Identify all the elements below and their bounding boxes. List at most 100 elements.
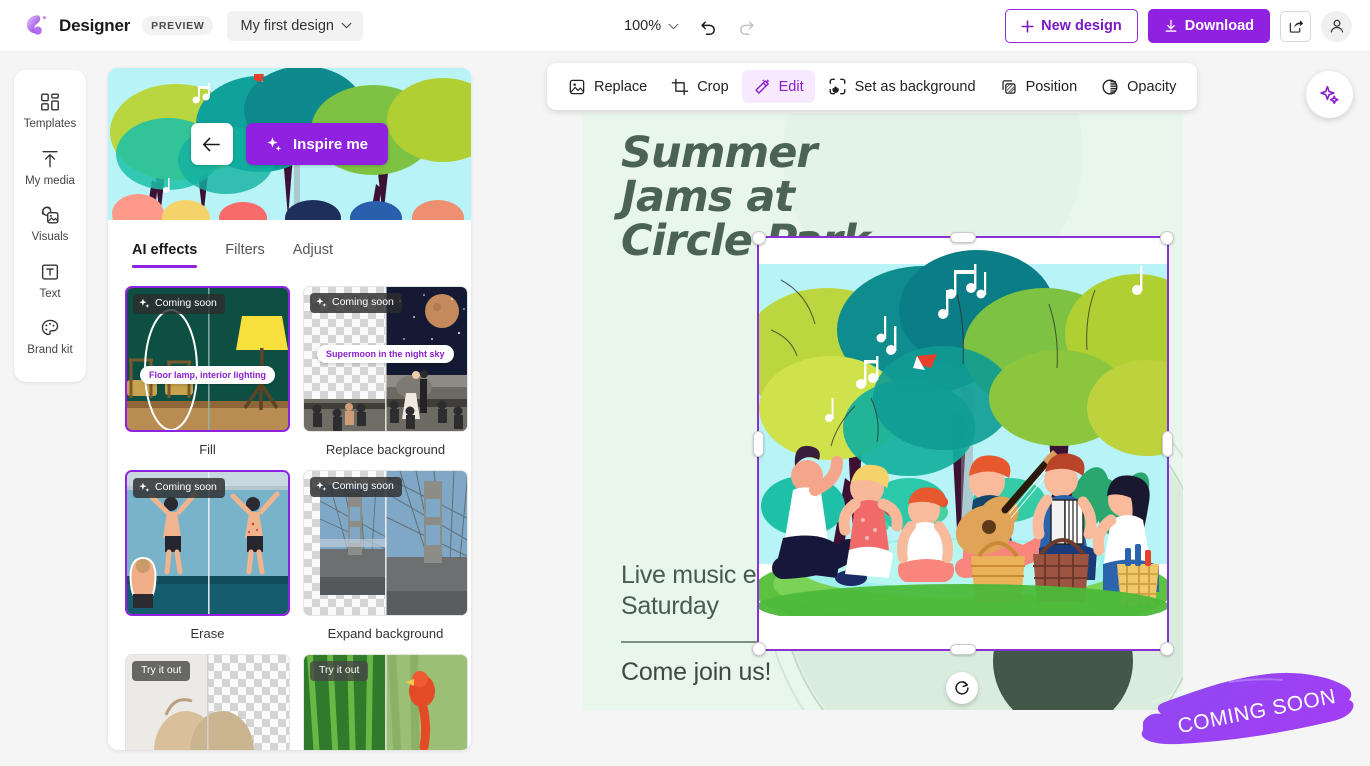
download-label: Download	[1185, 18, 1254, 34]
back-arrow-icon	[202, 136, 221, 153]
sidebar-item-templates[interactable]: Templates	[18, 84, 82, 138]
resize-handle-bottom-center[interactable]	[950, 644, 976, 655]
upload-icon	[39, 148, 61, 170]
top-bar: Designer PREVIEW My first design 100%	[0, 0, 1370, 52]
visuals-icon	[39, 204, 61, 226]
tab-filters[interactable]: Filters	[225, 242, 264, 268]
effect-card-try-it-out-1[interactable]: Try it out	[125, 654, 290, 750]
sidebar-item-label: Brand kit	[27, 345, 72, 357]
redo-icon	[737, 17, 756, 36]
tab-label: AI effects	[132, 242, 197, 258]
toolbar-replace-button[interactable]: Replace	[557, 70, 658, 103]
effects-tabs: AI effects Filters Adjust	[108, 220, 471, 268]
effect-card-expand-background[interactable]: Coming soon Expand background	[303, 470, 468, 641]
sidebar-item-brand-kit[interactable]: Brand kit	[18, 310, 82, 364]
toolbar-crop-button[interactable]: Crop	[660, 70, 739, 103]
effect-prompt-pill: Supermoon in the night sky	[317, 345, 454, 363]
tab-label: Filters	[225, 242, 264, 258]
opacity-icon	[1101, 78, 1119, 96]
back-button[interactable]	[191, 123, 233, 165]
account-icon	[1328, 17, 1346, 35]
canvas-cta[interactable]: Come join us!	[621, 658, 771, 687]
tab-ai-effects[interactable]: AI effects	[132, 242, 197, 268]
rotate-icon	[953, 679, 971, 697]
resize-handle-bottom-right[interactable]	[1160, 642, 1174, 656]
sidebar-item-visuals[interactable]: Visuals	[18, 197, 82, 251]
redo-button[interactable]	[730, 10, 762, 42]
sidebar-item-label: Visuals	[32, 232, 69, 244]
toolbar-item-label: Crop	[697, 79, 728, 95]
effect-thumbnail: Coming soon	[303, 470, 468, 616]
document-title-dropdown[interactable]: My first design	[227, 11, 362, 41]
undo-icon	[699, 17, 718, 36]
badge-label: Coming soon	[332, 480, 394, 494]
toolbar-position-button[interactable]: Position	[989, 70, 1089, 103]
ai-assistant-button[interactable]	[1306, 71, 1353, 118]
image-context-toolbar: Replace Crop Edit Set as background	[547, 63, 1197, 110]
document-title-label: My first design	[240, 18, 333, 34]
try-it-out-badge: Try it out	[310, 661, 368, 681]
new-design-button[interactable]: New design	[1005, 9, 1138, 43]
tab-adjust[interactable]: Adjust	[293, 242, 333, 268]
resize-handle-top-right[interactable]	[1160, 231, 1174, 245]
coming-soon-badge: Coming soon	[133, 294, 225, 314]
coming-soon-badge: Coming soon	[310, 293, 402, 313]
inspire-me-button[interactable]: Inspire me	[246, 123, 388, 165]
rotate-handle[interactable]	[946, 672, 978, 704]
effect-card-label: Fill	[125, 442, 290, 457]
sidebar-item-text[interactable]: Text	[18, 254, 82, 308]
sidebar-item-label: Text	[39, 289, 60, 301]
share-button[interactable]	[1280, 11, 1311, 42]
left-rail: Templates My media Visuals Text	[14, 70, 86, 382]
sidebar-item-label: Templates	[24, 119, 76, 131]
tab-label: Adjust	[293, 242, 333, 258]
resize-handle-middle-left[interactable]	[753, 431, 764, 457]
selected-image-content	[759, 238, 1167, 649]
position-icon	[1000, 78, 1018, 96]
effect-card-replace-background[interactable]: Coming soon Supermoon in the night sky R…	[303, 286, 468, 457]
effect-card-label: Expand background	[303, 626, 468, 641]
preview-tag: PREVIEW	[142, 16, 213, 35]
coming-soon-banner: COMING SOON	[1137, 666, 1362, 761]
chevron-down-icon	[341, 22, 352, 29]
toolbar-edit-button[interactable]: Edit	[742, 70, 815, 103]
effect-card-fill[interactable]: Coming soon Floor lamp, interior lightin…	[125, 286, 290, 457]
toolbar-item-label: Set as background	[855, 79, 976, 95]
zoom-level-label: 100%	[624, 18, 661, 34]
top-bar-actions: New design Download	[1005, 0, 1352, 52]
download-button[interactable]: Download	[1148, 9, 1270, 43]
effect-thumbnail: Try it out	[303, 654, 468, 750]
selected-image-element[interactable]	[757, 236, 1169, 651]
resize-handle-top-center[interactable]	[950, 232, 976, 243]
effect-card-try-it-out-2[interactable]: Try it out	[303, 654, 468, 750]
resize-handle-bottom-left[interactable]	[752, 642, 766, 656]
new-design-label: New design	[1041, 18, 1122, 34]
effects-grid: Coming soon Floor lamp, interior lightin…	[108, 268, 471, 750]
badge-label: Try it out	[141, 664, 181, 678]
account-button[interactable]	[1321, 11, 1352, 42]
toolbar-item-label: Position	[1026, 79, 1078, 95]
badge-label: Coming soon	[155, 481, 217, 495]
effect-thumbnail: Coming soon Supermoon in the night sky	[303, 286, 468, 432]
resize-handle-top-left[interactable]	[752, 231, 766, 245]
toolbar-opacity-button[interactable]: Opacity	[1090, 70, 1187, 103]
resize-handle-middle-right[interactable]	[1162, 431, 1173, 457]
picnic-illustration	[759, 238, 1167, 649]
toolbar-set-as-background-button[interactable]: Set as background	[817, 70, 987, 103]
download-icon	[1164, 19, 1178, 33]
sparkle-icon	[139, 298, 150, 309]
coming-soon-badge: Coming soon	[133, 478, 225, 498]
designer-logo-icon	[24, 13, 50, 39]
undo-button[interactable]	[692, 10, 724, 42]
magic-wand-icon	[753, 78, 771, 96]
try-it-out-badge: Try it out	[132, 661, 190, 681]
sidebar-item-my-media[interactable]: My media	[18, 141, 82, 195]
palette-icon	[39, 317, 61, 339]
brand: Designer PREVIEW	[24, 13, 213, 39]
coming-soon-badge: Coming soon	[310, 477, 402, 497]
share-icon	[1288, 18, 1304, 34]
zoom-dropdown[interactable]: 100%	[617, 13, 686, 39]
ai-sparkle-icon	[1319, 84, 1341, 106]
crop-icon	[671, 78, 689, 96]
effect-card-erase[interactable]: Coming soon Erase	[125, 470, 290, 641]
